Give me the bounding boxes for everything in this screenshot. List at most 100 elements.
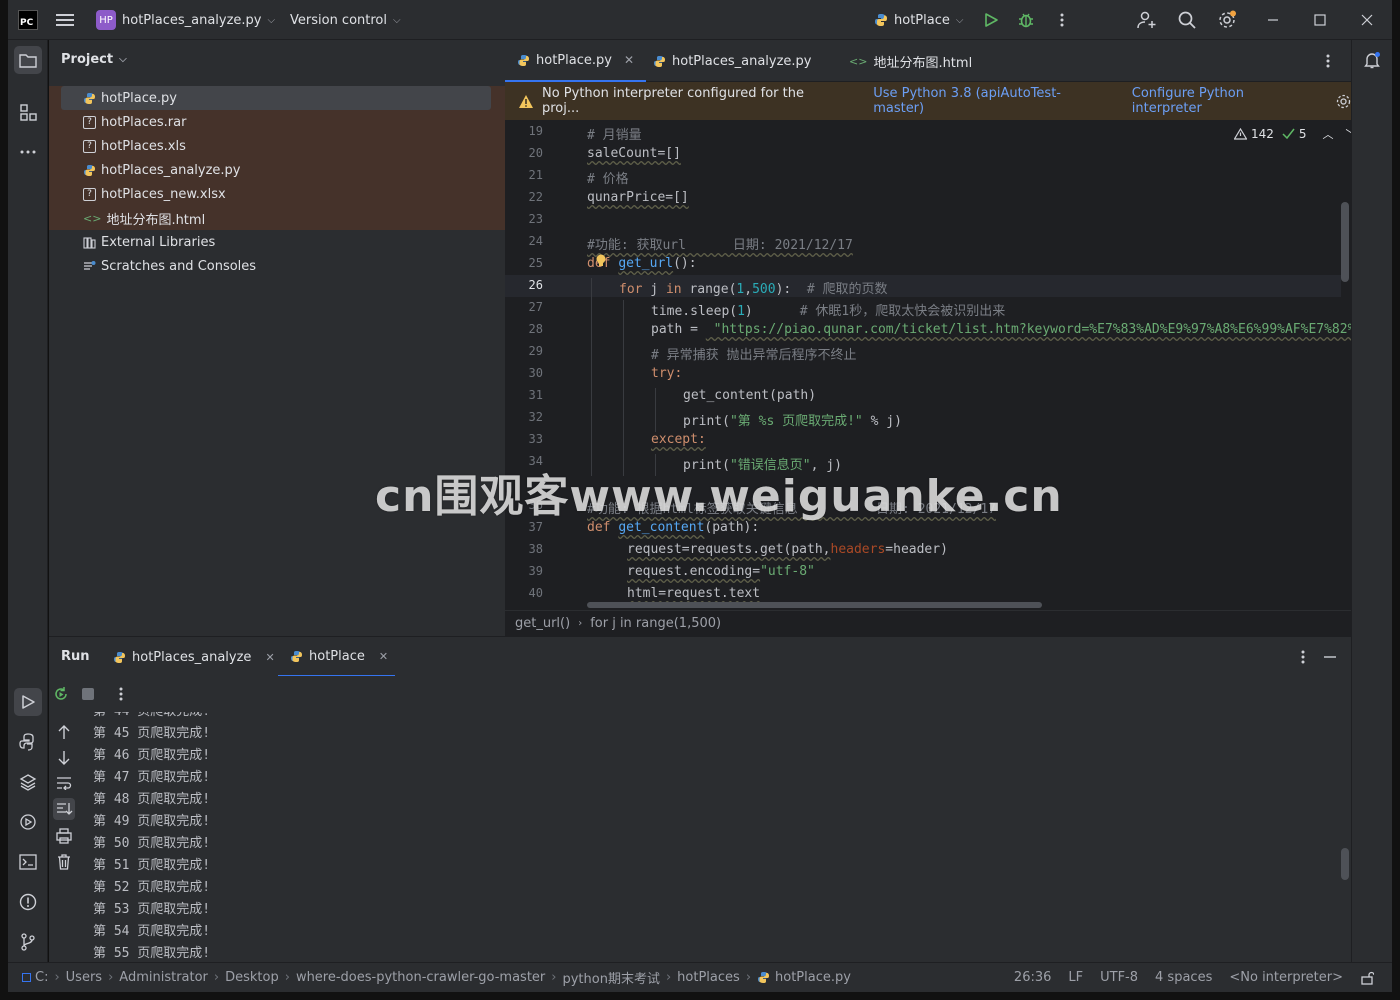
warning-count: 142 — [1251, 127, 1274, 141]
console-scrollbar[interactable] — [1341, 848, 1349, 880]
vertical-scrollbar[interactable] — [1341, 202, 1349, 282]
close-window-button[interactable] — [1360, 0, 1374, 40]
status-path-item[interactable]: python期末考试 — [562, 968, 659, 987]
git-branch-icon — [21, 933, 35, 951]
tree-item-address-map-html[interactable]: <> 地址分布图.html — [61, 206, 505, 230]
tree-item-hotplaces-new-xlsx[interactable]: ? hotPlaces_new.xlsx — [61, 182, 505, 206]
run-options-button[interactable] — [1301, 649, 1305, 665]
terminal-button[interactable] — [14, 848, 42, 876]
lightbulb-icon[interactable] — [595, 254, 607, 268]
close-tab-icon[interactable]: ✕ — [379, 650, 388, 663]
chevron-up-icon[interactable]: ︿ — [1323, 126, 1334, 142]
code-editor[interactable]: 142 5 ︿ ﹀ # 月销量 saleCount=[] # 价格 qunarP… — [585, 120, 1351, 610]
inspection-widget[interactable]: 142 5 ︿ ﹀ — [1234, 126, 1351, 142]
configure-interpreter-link[interactable]: Configure Python interpreter — [1132, 86, 1318, 116]
line-number: 23 — [528, 212, 543, 226]
rerun-button[interactable] — [53, 686, 69, 702]
status-path-item[interactable]: where-does-python-crawler-go-master — [296, 970, 545, 985]
file-encoding[interactable]: UTF-8 — [1100, 970, 1138, 985]
run-console-output[interactable]: 第 44 页爬取完成! 第 45 页爬取完成! 第 46 页爬取完成! 第 47… — [81, 712, 1351, 962]
structure-tool-button[interactable] — [14, 98, 42, 126]
main-menu-button[interactable] — [56, 0, 74, 40]
git-button[interactable] — [14, 928, 42, 956]
status-path-item[interactable]: hotPlace.py — [775, 970, 851, 985]
close-tab-icon[interactable]: ✕ — [624, 53, 634, 67]
project-tool-button[interactable] — [14, 46, 42, 74]
breadcrumb-item[interactable]: get_url() — [515, 616, 570, 631]
line-number: 37 — [528, 520, 543, 534]
more-tools-button[interactable] — [14, 138, 42, 166]
tree-item-scratches[interactable]: Scratches and Consoles — [61, 254, 505, 278]
code-token: print( — [683, 414, 730, 429]
line-separator[interactable]: LF — [1068, 970, 1083, 985]
interpreter-status[interactable]: <No interpreter> — [1229, 970, 1343, 985]
chevron-right-icon: › — [54, 970, 60, 985]
soft-wrap-button[interactable] — [56, 776, 72, 790]
arrow-down-icon — [58, 751, 70, 765]
status-path-item[interactable]: C: — [35, 970, 48, 985]
vcs-selector[interactable]: Version control ⌵ — [290, 0, 401, 40]
code-line-19: # 月销量 — [587, 128, 642, 143]
app-logo[interactable]: PC — [18, 0, 38, 40]
tree-item-hotplace-py[interactable]: hotPlace.py — [61, 86, 491, 110]
status-path-item[interactable]: Users — [66, 970, 102, 985]
project-selector[interactable]: HP hotPlaces_analyze.py ⌵ — [96, 0, 275, 40]
bell-icon — [1364, 52, 1380, 69]
run-config-selector[interactable]: hotPlace ⌵ — [874, 0, 963, 40]
run-button[interactable] — [983, 0, 999, 40]
run-tab-hotplace[interactable]: hotPlace ✕ — [278, 637, 395, 677]
indent-guide — [623, 300, 624, 476]
close-tab-icon[interactable]: ✕ — [265, 651, 274, 664]
settings-button[interactable] — [1217, 0, 1237, 40]
print-button[interactable] — [56, 828, 72, 844]
run-tool-button[interactable] — [14, 688, 42, 716]
tab-address-map-html[interactable]: <> 地址分布图.html — [837, 40, 984, 82]
scroll-to-end-button[interactable] — [53, 798, 75, 820]
caret-position[interactable]: 26:36 — [1014, 970, 1051, 985]
search-icon — [1178, 11, 1196, 29]
more-vertical-icon — [1326, 54, 1330, 68]
lock-icon[interactable] — [1360, 971, 1374, 985]
scroll-down-button[interactable] — [57, 750, 71, 766]
tree-item-hotplaces-xls[interactable]: ? hotPlaces.xls — [61, 134, 505, 158]
run-tab-hotplaces-analyze[interactable]: hotPlaces_analyze ✕ — [113, 637, 275, 677]
status-path-item[interactable]: Desktop — [225, 970, 279, 985]
maximize-button[interactable] — [1313, 0, 1327, 40]
services-button[interactable] — [14, 808, 42, 836]
minimize-button[interactable] — [1266, 0, 1280, 40]
status-path-item[interactable]: Administrator — [119, 970, 208, 985]
gear-icon[interactable] — [1336, 94, 1351, 109]
project-panel-title[interactable]: Project ⌵ — [61, 52, 127, 67]
use-python-link[interactable]: Use Python 3.8 (apiAutoTest-master) — [873, 86, 1112, 116]
scroll-up-button[interactable] — [57, 724, 71, 740]
ok-count: 5 — [1298, 127, 1307, 141]
python-console-button[interactable] — [14, 728, 42, 756]
breadcrumb-item[interactable]: for j in range(1,500) — [590, 616, 721, 631]
line-number: 40 — [528, 586, 543, 600]
tree-item-hotplaces-analyze-py[interactable]: hotPlaces_analyze.py — [61, 158, 505, 182]
tree-item-hotplaces-rar[interactable]: ? hotPlaces.rar — [61, 110, 505, 134]
clear-console-button[interactable] — [57, 854, 71, 870]
run-more-button[interactable] — [119, 686, 123, 702]
hide-panel-button[interactable] — [1323, 649, 1337, 665]
notifications-button[interactable] — [1358, 46, 1386, 74]
search-button[interactable] — [1178, 0, 1196, 40]
tab-hotplace-py[interactable]: hotPlace.py ✕ — [505, 40, 646, 82]
indent-setting[interactable]: 4 spaces — [1155, 970, 1212, 985]
python-file-icon — [653, 55, 666, 68]
status-path-item[interactable]: hotPlaces — [677, 970, 740, 985]
console-line: 第 45 页爬取完成! — [93, 726, 211, 741]
more-actions-button[interactable] — [1060, 0, 1064, 40]
add-user-button[interactable] — [1137, 0, 1157, 40]
tab-hotplaces-analyze-py[interactable]: hotPlaces_analyze.py — [641, 40, 824, 82]
debug-button[interactable] — [1017, 0, 1035, 40]
stop-button[interactable] — [82, 688, 94, 700]
horizontal-scrollbar[interactable] — [587, 602, 1042, 608]
tree-item-external-libraries[interactable]: External Libraries — [61, 230, 505, 254]
wrap-icon — [57, 777, 72, 790]
chevron-down-icon: ⌵ — [267, 14, 276, 26]
line-number: 39 — [528, 564, 543, 578]
problems-button[interactable] — [14, 888, 42, 916]
python-packages-button[interactable] — [14, 768, 42, 796]
tab-options-button[interactable] — [1326, 53, 1330, 69]
